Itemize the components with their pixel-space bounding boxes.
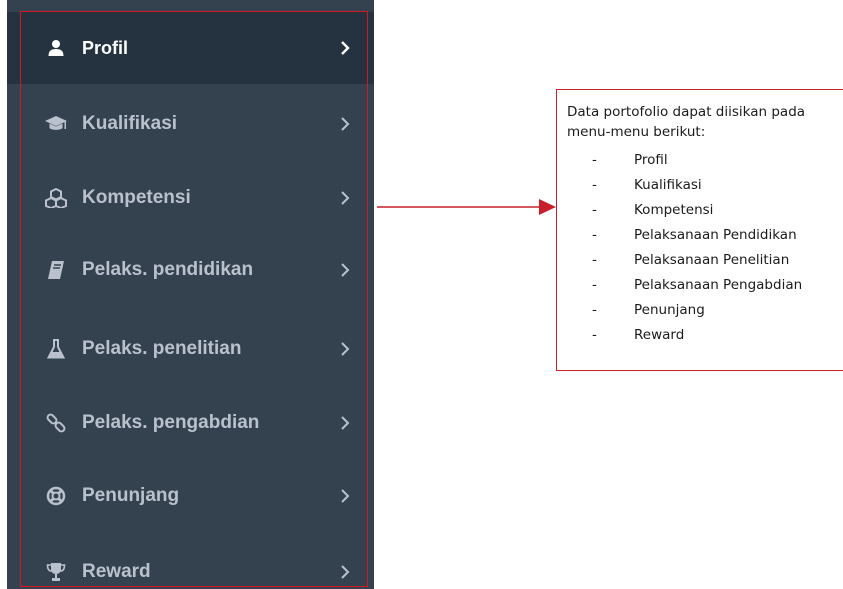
- chevron-right-icon: [338, 341, 352, 357]
- chevron-right-icon: [338, 415, 352, 431]
- chevron-right-icon: [338, 564, 352, 580]
- flask-icon: [44, 337, 68, 361]
- trophy-icon: [44, 560, 68, 584]
- callout-intro: Data portofolio dapat diisikan pada menu…: [567, 104, 806, 140]
- list-item: - Kualifikasi: [592, 177, 702, 193]
- chevron-right-icon: [338, 262, 352, 278]
- list-item: - Reward: [592, 327, 685, 343]
- sidebar-item-label: Pelaks. pengabdian: [82, 412, 260, 433]
- sidebar-item-label: Reward: [82, 561, 151, 582]
- life-ring-icon: [44, 484, 68, 508]
- graduation-cap-icon: [44, 112, 68, 136]
- sidebar-item-pelaks-pengabdian[interactable]: Pelaks. pengabdian: [7, 387, 374, 459]
- sidebar-item-label: Kualifikasi: [82, 113, 178, 134]
- chevron-right-icon: [338, 116, 352, 132]
- chevron-right-icon: [338, 190, 352, 206]
- sidebar-item-label: Pelaks. penelitian: [82, 338, 242, 359]
- sidebar-menu: Profil Kualifikasi Kompetensi Pelaks. pe…: [7, 0, 374, 589]
- sidebar-item-label: Kompetensi: [82, 187, 191, 208]
- chevron-right-icon: [338, 488, 352, 504]
- sidebar-item-pelaks-penelitian[interactable]: Pelaks. penelitian: [7, 313, 374, 385]
- user-icon: [44, 36, 68, 60]
- link-icon: [44, 411, 68, 435]
- cubes-icon: [44, 186, 68, 210]
- pointer-arrow: [377, 199, 556, 215]
- sidebar-item-label: Pelaks. pendidikan: [82, 259, 254, 280]
- sidebar-item-kualifikasi[interactable]: Kualifikasi: [7, 88, 374, 160]
- annotation-callout: Data portofolio dapat diisikan pada menu…: [556, 89, 843, 371]
- book-icon: [44, 258, 68, 282]
- sidebar-item-kompetensi[interactable]: Kompetensi: [7, 162, 374, 234]
- sidebar-item-label: Penunjang: [82, 485, 180, 506]
- list-item: - Penunjang: [592, 302, 705, 318]
- chevron-right-icon: [338, 40, 352, 56]
- sidebar-item-profil[interactable]: Profil: [7, 12, 374, 84]
- callout-list: - Profil - Kualifikasi - Kompetensi - Pelaks…: [557, 148, 843, 348]
- sidebar-item-reward[interactable]: Reward: [7, 536, 374, 589]
- sidebar-item-pelaks-pendidikan[interactable]: Pelaks. pendidikan: [7, 234, 374, 306]
- list-item: - Pelaksanaan Penelitian: [592, 252, 790, 268]
- list-item: - Profil: [592, 152, 668, 168]
- list-item: - Pelaksanaan Pengabdian: [592, 277, 803, 293]
- sidebar-item-label: Profil: [82, 37, 129, 58]
- list-item: - Pelaksanaan Pendidikan: [592, 227, 797, 243]
- list-item: - Kompetensi: [592, 202, 714, 218]
- sidebar-item-penunjang[interactable]: Penunjang: [7, 460, 374, 532]
